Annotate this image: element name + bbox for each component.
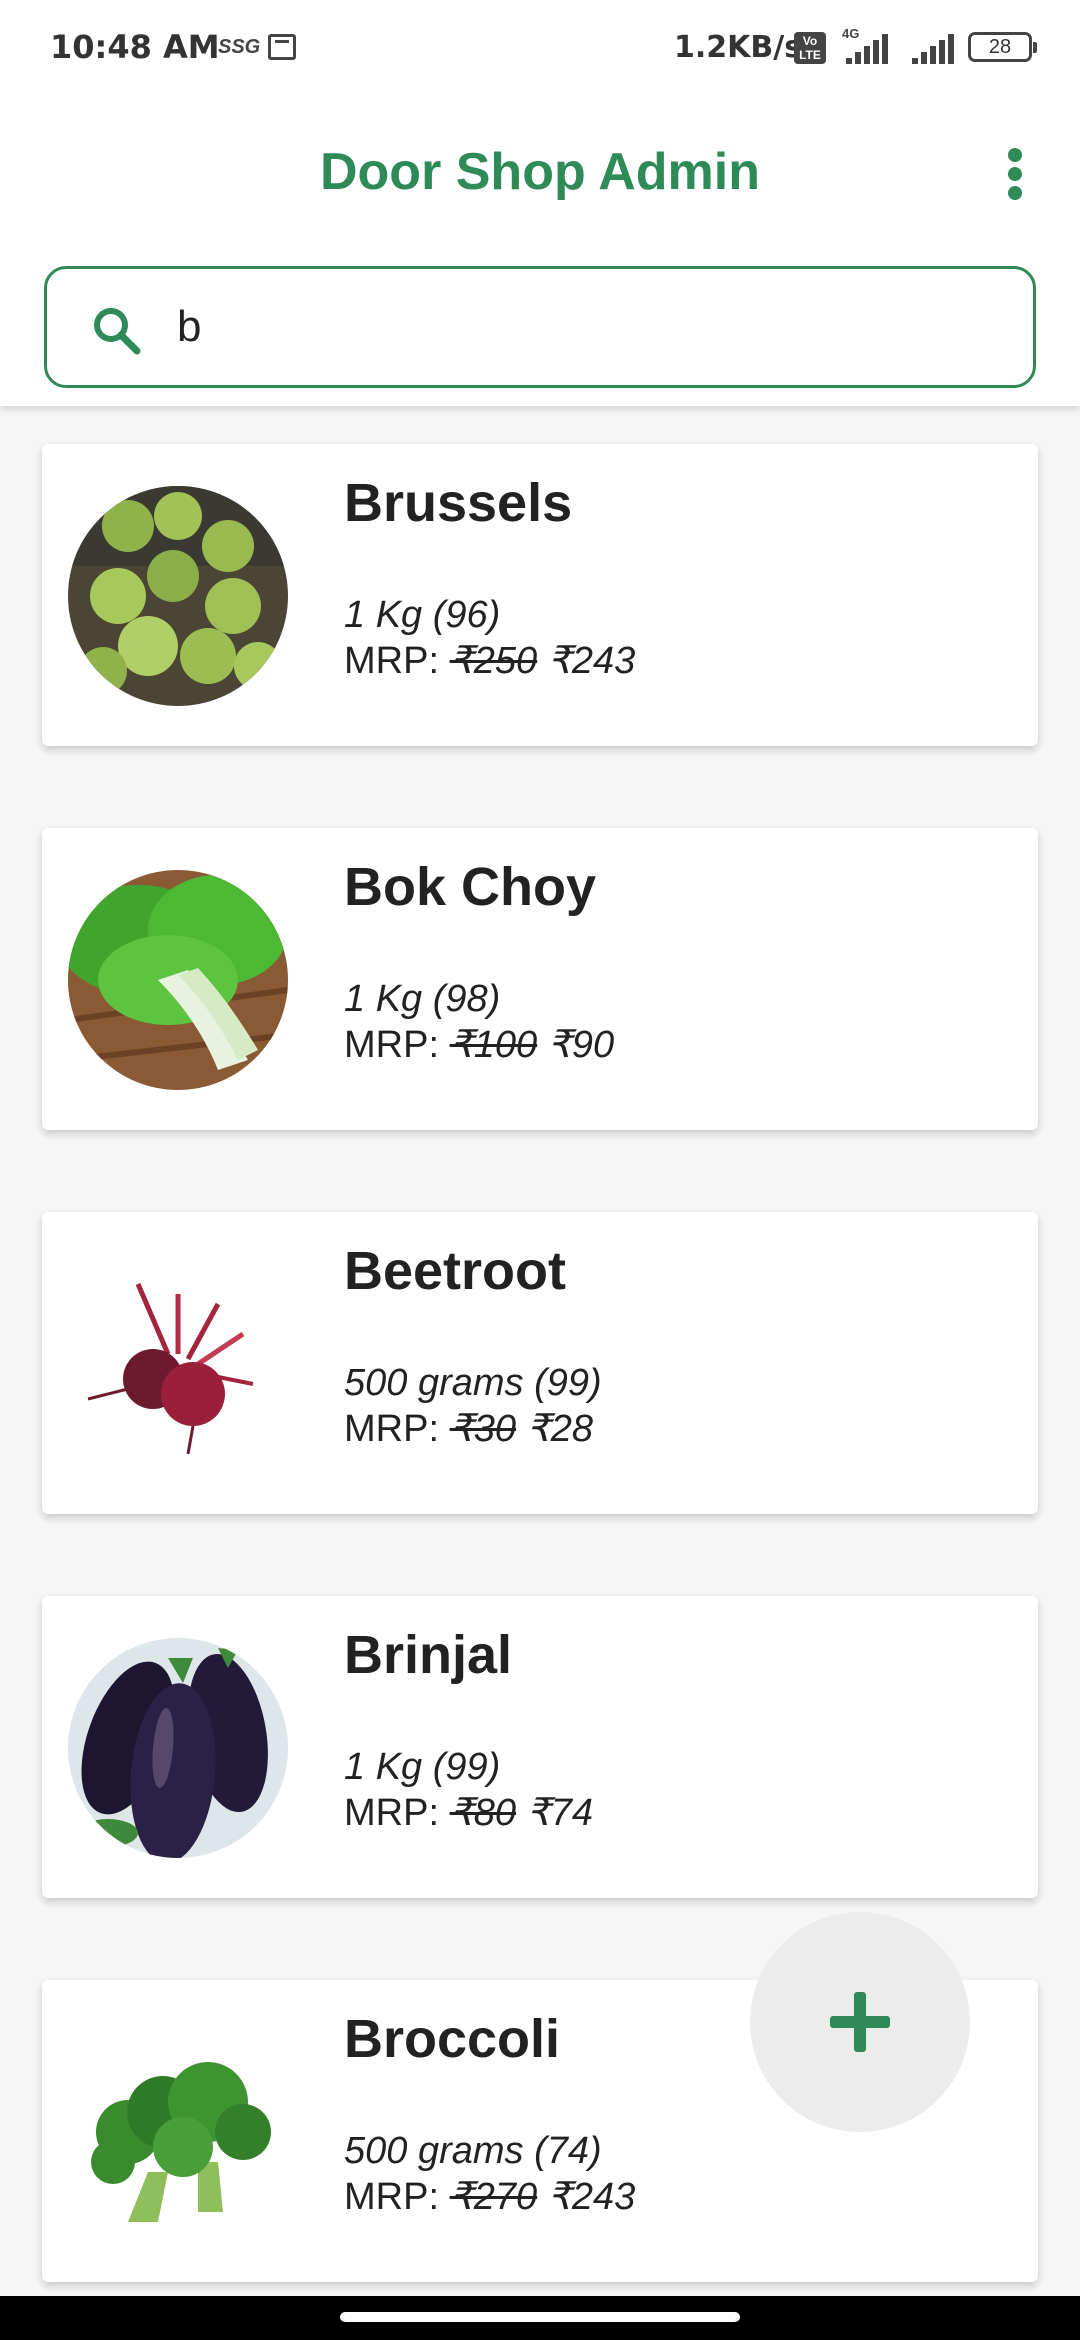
product-name: Beetroot: [344, 1241, 567, 1301]
product-name: Brinjal: [344, 1625, 513, 1685]
old-price: ₹80: [449, 1792, 517, 1834]
new-price: ₹74: [526, 1792, 594, 1834]
new-price: ₹243: [547, 640, 636, 682]
brussels-sprouts-image: [68, 486, 288, 706]
mrp-label: MRP:: [344, 1408, 439, 1450]
old-price: ₹270: [449, 2176, 538, 2218]
add-product-button[interactable]: [750, 1912, 970, 2132]
product-price: MRP: ₹100 ₹90: [344, 1022, 614, 1067]
mrp-label: MRP:: [344, 2176, 439, 2218]
product-price: MRP: ₹250 ₹243: [344, 638, 635, 683]
plus-icon: [830, 1992, 890, 2052]
search-icon: [94, 308, 141, 355]
more-vert-icon[interactable]: [1000, 148, 1030, 208]
broccoli-image: [68, 2022, 288, 2242]
new-price: ₹243: [547, 2176, 636, 2218]
product-card-brussels[interactable]: Brussels 1 Kg (96) MRP: ₹250 ₹243: [42, 444, 1038, 746]
page-title: Door Shop Admin: [319, 143, 761, 201]
product-price: MRP: ₹30 ₹28: [344, 1406, 593, 1451]
product-quantity: 500 grams (99): [344, 1362, 602, 1404]
product-quantity: 1 Kg (96): [344, 594, 501, 636]
old-price: ₹250: [449, 640, 538, 682]
product-card-brinjal[interactable]: Brinjal 1 Kg (99) MRP: ₹80 ₹74: [42, 1596, 1038, 1898]
product-quantity: 500 grams (74): [344, 2130, 602, 2172]
network-speed: 1.2KB/s: [674, 30, 803, 65]
mrp-label: MRP:: [344, 640, 439, 682]
search-input[interactable]: [177, 289, 977, 365]
search-box[interactable]: [44, 266, 1036, 388]
bok-choy-image: [68, 870, 288, 1090]
product-name: Brussels: [344, 473, 573, 533]
app-bar: Door Shop Admin: [0, 96, 1080, 406]
mrp-label: MRP:: [344, 1792, 439, 1834]
notification-icon: [268, 34, 296, 60]
navigation-bar: [0, 2296, 1080, 2340]
new-price: ₹90: [547, 1024, 615, 1066]
signal-icon-sim2: [912, 30, 954, 64]
status-carrier-tag: SSG: [218, 36, 261, 58]
home-gesture-handle[interactable]: [340, 2312, 740, 2322]
product-quantity: 1 Kg (99): [344, 1746, 501, 1788]
product-card-beetroot[interactable]: Beetroot 500 grams (99) MRP: ₹30 ₹28: [42, 1212, 1038, 1514]
product-name: Broccoli: [344, 2009, 561, 2069]
old-price: ₹100: [449, 1024, 538, 1066]
volte-icon: Vo LTE: [794, 32, 826, 64]
signal-icon: [846, 30, 888, 64]
mrp-label: MRP:: [344, 1024, 439, 1066]
new-price: ₹28: [526, 1408, 594, 1450]
product-quantity: 1 Kg (98): [344, 978, 501, 1020]
product-card-bok-choy[interactable]: Bok Choy 1 Kg (98) MRP: ₹100 ₹90: [42, 828, 1038, 1130]
old-price: ₹30: [449, 1408, 517, 1450]
product-name: Bok Choy: [344, 857, 597, 917]
product-price: MRP: ₹270 ₹243: [344, 2174, 635, 2219]
product-price: MRP: ₹80 ₹74: [344, 1790, 593, 1835]
status-time: 10:48 AM: [50, 28, 220, 66]
beetroot-image: [68, 1254, 288, 1474]
battery-icon: 28: [968, 32, 1037, 62]
brinjal-image: [68, 1638, 288, 1858]
status-bar: 10:48 AM SSG 1.2KB/s Vo LTE 4G 28: [0, 0, 1080, 96]
